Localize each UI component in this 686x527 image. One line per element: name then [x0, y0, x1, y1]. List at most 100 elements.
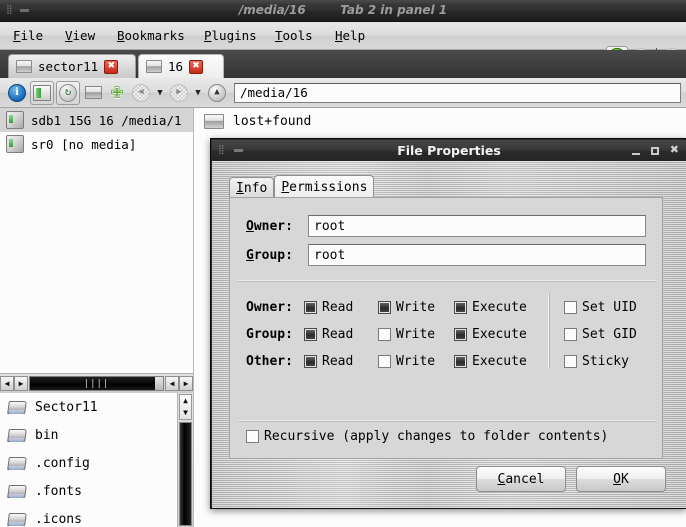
menu-view[interactable]: View: [62, 27, 98, 44]
menu-bookmarks[interactable]: Bookmarks: [114, 27, 188, 44]
scroll-right-icon[interactable]: ▶: [179, 376, 193, 391]
tab-info[interactable]: Info: [229, 177, 275, 199]
scroll-up-icon[interactable]: ▲: [180, 395, 191, 407]
list-item-label: Sector11: [35, 399, 98, 415]
up-button[interactable]: ▲: [206, 82, 228, 104]
back-dropdown-icon[interactable]: ▼: [154, 83, 166, 103]
checkbox-icon: [304, 301, 317, 314]
tab-permissions[interactable]: Permissions: [274, 175, 375, 199]
tabstrip: sector11 ✖ 16 ✖: [0, 50, 686, 78]
checkbox-label: Set UID: [582, 300, 637, 315]
minimize-icon[interactable]: [631, 152, 640, 155]
window-title-tabinfo: Tab 2 in panel 1: [340, 3, 448, 17]
set-uid-checkbox[interactable]: Set UID: [564, 294, 637, 321]
checkbox-label: Write: [396, 354, 436, 369]
scroll-down-icon[interactable]: ▼: [180, 407, 191, 419]
sidebar: sdb1 15G 16 /media/1 sr0 [no media] ◀ ▶ …: [0, 108, 194, 527]
menu-help[interactable]: Help: [332, 27, 368, 44]
device-row[interactable]: sdb1 15G 16 /media/1: [0, 108, 193, 132]
scrollbar-thumb[interactable]: ▲ ▼: [179, 394, 192, 420]
scrollbar-track[interactable]: ||||: [29, 376, 164, 391]
close-icon[interactable]: ✖: [670, 144, 679, 156]
tab-16[interactable]: 16 ✖: [138, 54, 224, 78]
window-title: /media/16 Tab 2 in panel 1: [0, 3, 686, 17]
drive-icon: [146, 60, 162, 73]
menubar: File View Bookmarks Plugins Tools Help ✓: [0, 22, 686, 68]
group-execute-checkbox[interactable]: Execute: [454, 327, 546, 342]
forward-icon: ▶: [170, 83, 188, 102]
file-properties-dialog: ⣿ File Properties ✖ Info Permissions Own…: [210, 138, 686, 509]
checkbox-label: Read: [322, 327, 354, 342]
folder-icon: [7, 483, 26, 499]
folder-icon: [7, 455, 26, 471]
list-item[interactable]: .config: [0, 449, 193, 477]
device-row[interactable]: sr0 [no media]: [0, 132, 193, 156]
checkbox-label: Recursive (apply changes to folder conte…: [264, 429, 609, 444]
tab-label: 16: [168, 59, 184, 74]
group-input[interactable]: root: [308, 244, 646, 266]
file-entry-lost-found[interactable]: lost+found: [204, 114, 311, 129]
dialog-window-buttons: ✖: [631, 144, 679, 156]
folder-icon: [7, 511, 26, 527]
window-titlebar: ⣿ /media/16 Tab 2 in panel 1: [0, 0, 686, 22]
group-write-checkbox[interactable]: Write: [378, 327, 454, 342]
menu-file[interactable]: File: [10, 27, 46, 44]
owner-input[interactable]: root: [308, 215, 646, 237]
sidebar-horizontal-scrollbar[interactable]: ◀ ▶ |||| ◀ ▶: [0, 373, 193, 393]
recursive-checkbox[interactable]: Recursive (apply changes to folder conte…: [246, 429, 608, 444]
menu-tools[interactable]: Tools: [272, 27, 316, 44]
set-gid-checkbox[interactable]: Set GID: [564, 321, 637, 348]
sidebar-vertical-scrollbar[interactable]: ▲ ▼: [177, 393, 193, 527]
ok-button[interactable]: OK: [576, 466, 666, 492]
device-list: sdb1 15G 16 /media/1 sr0 [no media]: [0, 108, 193, 373]
close-icon[interactable]: ✖: [189, 59, 204, 74]
toolbar: i ↻ ✙ ◀ ▼ ▶ ▼ ▲ /media/16: [0, 78, 686, 108]
list-item[interactable]: .icons: [0, 505, 193, 527]
list-item-label: .icons: [35, 511, 82, 527]
menu-plugins[interactable]: Plugins: [201, 27, 260, 44]
tab-sector11[interactable]: sector11 ✖: [8, 54, 136, 78]
checkbox-icon: [304, 355, 317, 368]
permission-row-label: Other:: [246, 354, 293, 369]
forward-dropdown-icon[interactable]: ▼: [192, 83, 204, 103]
scrollbar-trough[interactable]: [179, 422, 192, 526]
back-button[interactable]: ◀: [130, 82, 152, 104]
permission-row-owner: Owner: Read Write Execute: [246, 294, 546, 321]
list-item[interactable]: bin: [0, 421, 193, 449]
permission-row-group: Group: Read Write Execute: [246, 321, 546, 348]
group-field-label: Group:: [246, 247, 293, 263]
mount-drive-button[interactable]: [82, 82, 104, 104]
info-button[interactable]: i: [6, 82, 28, 104]
scroll-left-icon[interactable]: ◀: [0, 376, 14, 391]
permissions-panel: Owner: root Group: root Owner: Read Writ…: [229, 197, 663, 459]
owner-read-checkbox[interactable]: Read: [304, 300, 378, 315]
sticky-checkbox[interactable]: Sticky: [564, 348, 637, 375]
panel-divider: [238, 280, 656, 282]
maximize-icon[interactable]: [650, 147, 659, 155]
owner-write-checkbox[interactable]: Write: [378, 300, 454, 315]
forward-button[interactable]: ▶: [168, 82, 190, 104]
reload-button[interactable]: ↻: [56, 80, 80, 105]
up-icon: ▲: [208, 83, 226, 102]
list-item[interactable]: .fonts: [0, 477, 193, 505]
add-button[interactable]: ✙: [106, 82, 128, 104]
address-input[interactable]: /media/16: [234, 82, 681, 103]
scroll-right-icon[interactable]: ▶: [14, 376, 28, 391]
scroll-left-icon[interactable]: ◀: [165, 376, 179, 391]
list-item[interactable]: Sector11: [0, 393, 193, 421]
permissions-divider: [548, 294, 550, 368]
other-write-checkbox[interactable]: Write: [378, 354, 454, 369]
owner-execute-checkbox[interactable]: Execute: [454, 300, 546, 315]
other-execute-checkbox[interactable]: Execute: [454, 354, 546, 369]
dialog-button-row: Cancel OK: [476, 466, 666, 492]
checkbox-icon: [454, 301, 467, 314]
cancel-button[interactable]: Cancel: [476, 466, 566, 492]
group-read-checkbox[interactable]: Read: [304, 327, 378, 342]
file-manager-window: ⣿ /media/16 Tab 2 in panel 1 File View B…: [0, 0, 686, 527]
permission-row-label: Group:: [246, 327, 293, 342]
close-icon[interactable]: ✖: [104, 59, 119, 74]
other-read-checkbox[interactable]: Read: [304, 354, 378, 369]
open-folder-button[interactable]: [30, 80, 54, 105]
checkbox-icon: [564, 328, 577, 341]
window-title-path: /media/16: [238, 3, 306, 17]
